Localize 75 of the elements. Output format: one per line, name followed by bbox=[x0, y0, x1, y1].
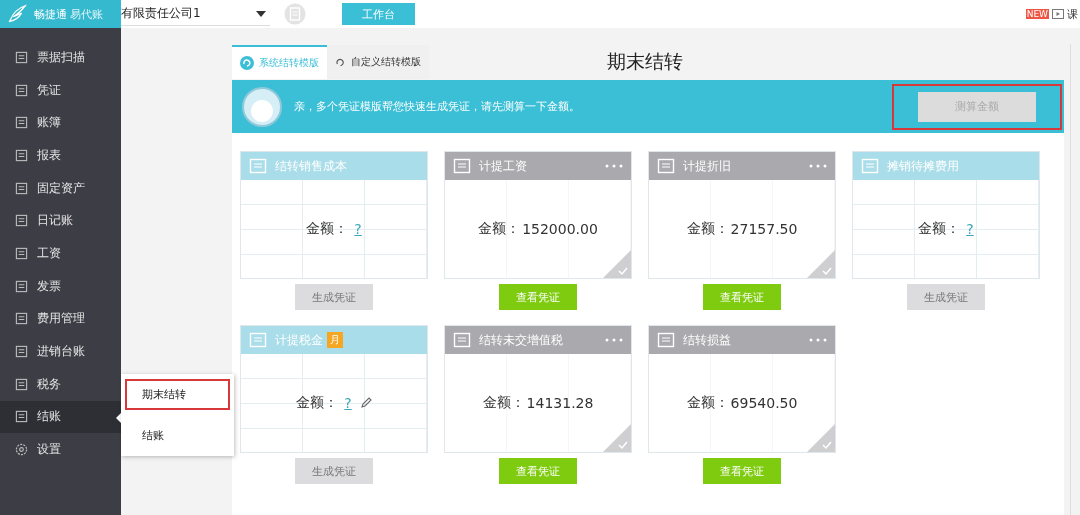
more-icon[interactable] bbox=[809, 338, 827, 342]
course-link[interactable]: NEW 课 bbox=[1025, 6, 1078, 22]
amount-value: 69540.50 bbox=[730, 395, 798, 411]
template-icon bbox=[861, 157, 879, 175]
document-icon bbox=[15, 148, 28, 162]
document-icon bbox=[15, 246, 28, 260]
template-icon bbox=[657, 331, 675, 349]
document-icon bbox=[15, 312, 28, 326]
amount-label: 金额： bbox=[686, 394, 729, 412]
sidebar-item[interactable]: 工资 bbox=[0, 237, 121, 270]
amount-label: 金额： bbox=[296, 394, 339, 412]
document-icon bbox=[15, 377, 28, 391]
template-icon bbox=[249, 331, 267, 349]
sidebar-item[interactable]: 票据扫描 bbox=[0, 41, 121, 74]
new-badge: NEW bbox=[1025, 9, 1049, 19]
template-icon bbox=[657, 157, 675, 175]
document-icon bbox=[15, 50, 28, 64]
card-title: 计提工资 bbox=[479, 157, 527, 175]
voucher-button[interactable]: 生成凭证 bbox=[295, 284, 373, 310]
tip-message: 亲，多个凭证模版帮您快速生成凭证，请先测算一下金额。 bbox=[294, 99, 580, 114]
card-title: 摊销待摊费用 bbox=[887, 157, 959, 175]
feather-logo-icon bbox=[6, 3, 28, 25]
amount-label: 金额： bbox=[686, 220, 729, 238]
sidebar-item[interactable]: 固定资产 bbox=[0, 171, 121, 205]
document-icon bbox=[15, 181, 28, 195]
document-icon bbox=[15, 410, 28, 424]
more-icon[interactable] bbox=[605, 164, 623, 168]
sidebar-item[interactable]: 设置 bbox=[0, 433, 121, 466]
template-icon bbox=[453, 157, 471, 175]
sidebar-item[interactable]: 税务 bbox=[0, 367, 121, 401]
document-icon bbox=[15, 83, 28, 97]
submenu-item[interactable]: 结账 bbox=[125, 420, 230, 451]
amount-label: 金额： bbox=[482, 394, 525, 412]
company-select[interactable]: 有限责任公司1 bbox=[121, 2, 270, 26]
refresh-icon bbox=[240, 56, 254, 70]
brand-name: 畅捷通 bbox=[34, 6, 67, 22]
amount-label: 金额： bbox=[306, 220, 349, 238]
sidebar-item[interactable]: 账簿 bbox=[0, 106, 121, 140]
card-title: 计提折旧 bbox=[683, 157, 731, 175]
sidebar-item[interactable]: 日记账 bbox=[0, 204, 121, 238]
caret-icon bbox=[256, 10, 266, 17]
card-title: 计提税金 bbox=[275, 331, 323, 349]
document-icon bbox=[15, 116, 28, 130]
more-icon[interactable] bbox=[605, 338, 623, 342]
amount-value: 27157.50 bbox=[730, 221, 798, 237]
period-badge: 月 bbox=[327, 332, 343, 348]
sidebar-item[interactable]: 发票 bbox=[0, 269, 121, 303]
page-title: 期末结转 bbox=[607, 49, 683, 74]
refresh-icon bbox=[335, 56, 346, 68]
document-icon bbox=[15, 214, 28, 228]
document-icon bbox=[15, 345, 28, 359]
video-icon bbox=[1052, 9, 1064, 19]
template-icon bbox=[453, 331, 471, 349]
voucher-button[interactable]: 生成凭证 bbox=[907, 284, 985, 310]
avatar-icon bbox=[242, 86, 282, 127]
template-icon bbox=[249, 157, 267, 175]
card-title: 结转销售成本 bbox=[275, 157, 347, 175]
sidebar-item[interactable]: 费用管理 bbox=[0, 302, 121, 336]
sidebar-item[interactable]: 进销台账 bbox=[0, 335, 121, 368]
voucher-button[interactable]: 生成凭证 bbox=[295, 458, 373, 484]
more-icon[interactable] bbox=[809, 164, 827, 168]
pencil-icon[interactable] bbox=[359, 397, 372, 409]
document-icon bbox=[15, 279, 28, 293]
product-name: 易代账 bbox=[70, 6, 103, 22]
card-title: 结转未交增值税 bbox=[479, 331, 563, 349]
amount-value: 152000.00 bbox=[522, 221, 598, 237]
amount-label: 金额： bbox=[918, 220, 961, 238]
submenu-item[interactable]: 期末结转 bbox=[125, 379, 230, 410]
sidebar-item[interactable]: 报表 bbox=[0, 139, 121, 172]
settings-icon bbox=[15, 443, 28, 457]
amount-value: 14131.28 bbox=[526, 395, 594, 411]
card-title: 结转损益 bbox=[683, 331, 731, 349]
sidebar-item[interactable]: 凭证 bbox=[0, 73, 121, 107]
sidebar-item[interactable]: 结账 bbox=[0, 400, 121, 434]
amount-label: 金额： bbox=[478, 220, 521, 238]
